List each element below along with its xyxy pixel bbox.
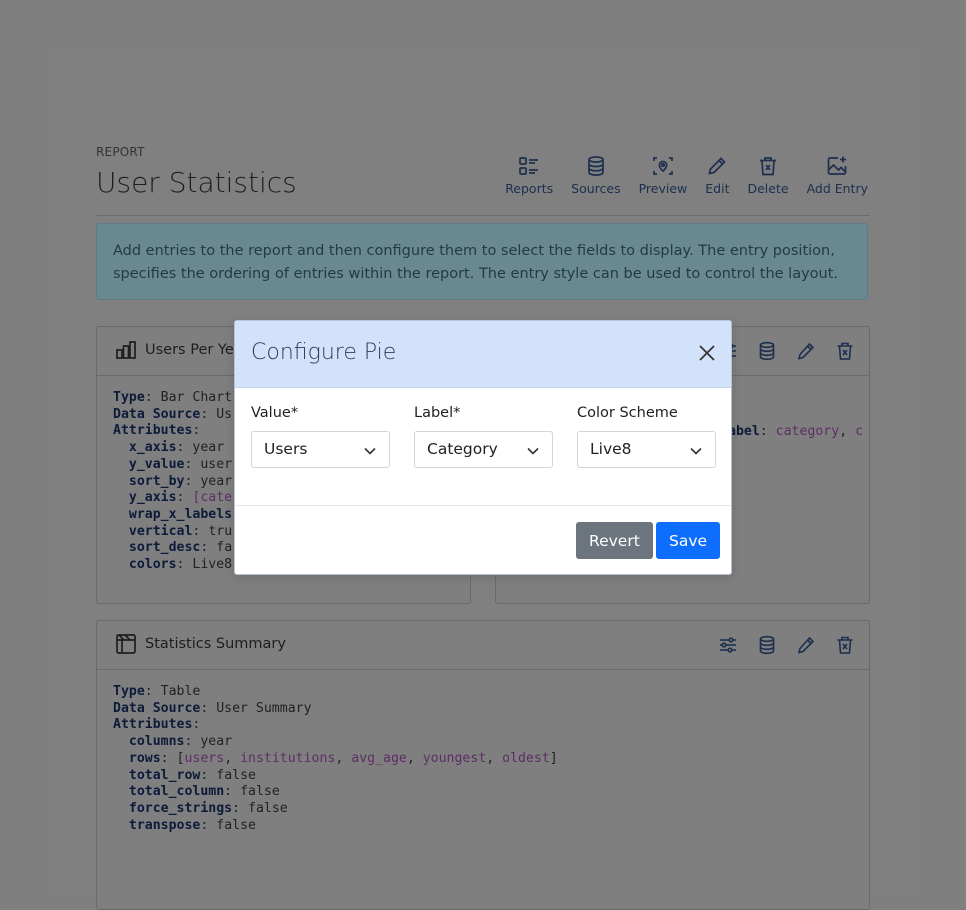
close-icon[interactable] [697,343,717,363]
value-label: Value* [251,405,299,421]
reports-button[interactable]: Reports [505,155,553,196]
add-entry-button[interactable]: Add Entry [807,155,868,196]
pencil-icon[interactable] [796,341,816,361]
preview-button[interactable]: Preview [638,155,688,196]
info-alert: Add entries to the report and then confi… [96,223,868,300]
card-actions [699,635,855,655]
page-title: User Statistics [96,166,297,199]
value-field: Value* Users [251,405,390,468]
value-select[interactable]: Users [251,431,390,468]
preview-label: Preview [638,181,688,196]
report-toolbar: Reports Sources Preview Edit Delete Add … [487,155,868,196]
trash-icon[interactable] [835,635,855,655]
trash-icon[interactable] [835,341,855,361]
color-scheme-label: Color Scheme [577,405,678,421]
edit-button[interactable]: Edit [705,155,729,196]
table-icon [116,634,136,654]
modal-footer: Revert Save [235,505,731,576]
card-config: abel: category, c [728,424,864,439]
save-button[interactable]: Save [656,522,721,559]
edit-label: Edit [705,181,730,196]
trash-icon [760,157,777,176]
bar-chart-icon [116,341,136,359]
label-field: Label* Category [414,405,553,468]
database-icon[interactable] [757,635,777,655]
color-scheme-select[interactable]: Live8 [577,431,716,468]
color-scheme-field: Color Scheme Live8 [577,405,716,468]
color-scheme-selected: Live8 [590,440,632,458]
add-image-icon [827,156,847,175]
card-header: Statistics Summary [97,621,869,670]
card-title: Statistics Summary [145,636,286,652]
entry-card-statistics-summary: Statistics Summary Type: Table Data Sour… [96,620,870,910]
pencil-icon[interactable] [796,635,816,655]
database-icon[interactable] [757,341,777,361]
preview-icon [653,157,673,175]
sliders-icon[interactable] [718,635,738,655]
configure-pie-modal: Configure Pie Value* Users Label* Catego… [234,320,732,575]
add-entry-label: Add Entry [806,181,868,196]
card-title: Users Per Yea [145,342,243,358]
revert-button[interactable]: Revert [576,522,653,559]
page-overline: REPORT [96,145,145,159]
label-selected: Category [427,440,498,458]
list-icon [519,157,539,175]
sources-button[interactable]: Sources [571,155,621,196]
delete-label: Delete [747,181,789,196]
chevron-down-icon [364,447,376,455]
delete-button[interactable]: Delete [747,155,789,196]
chevron-down-icon [690,447,702,455]
database-icon [588,156,604,176]
modal-header: Configure Pie [235,321,731,388]
pencil-icon [708,157,727,175]
label-select[interactable]: Category [414,431,553,468]
report-header: REPORT User Statistics Reports Sources P… [96,145,870,216]
label-label: Label* [414,405,461,421]
value-selected: Users [264,440,308,458]
sources-label: Sources [571,181,621,196]
reports-label: Reports [505,181,554,196]
chevron-down-icon [527,447,539,455]
modal-title: Configure Pie [251,340,397,365]
card-config: Type: Table Data Source: User Summary At… [113,684,558,833]
card-config: Type: Bar Chart Data Source: Us Attribut… [113,390,233,573]
